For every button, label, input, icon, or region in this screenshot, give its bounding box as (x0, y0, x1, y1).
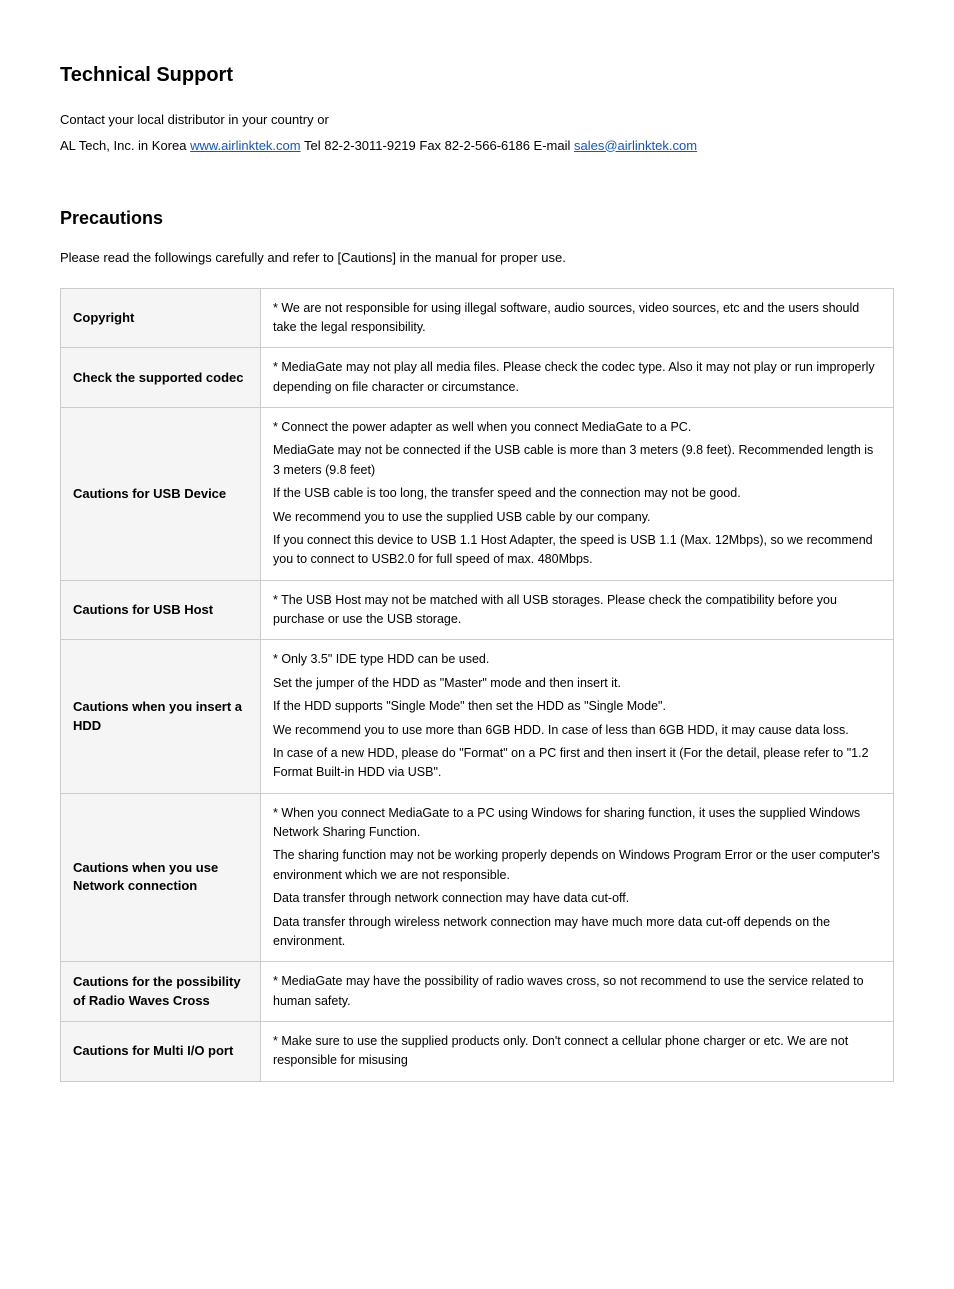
table-row: Cautions when you insert a HDD* Only 3.5… (61, 640, 894, 793)
content-line: * Connect the power adapter as well when… (273, 418, 881, 437)
content-line: MediaGate may not be connected if the US… (273, 441, 881, 480)
intro-line-1: Contact your local distributor in your c… (60, 110, 894, 130)
precautions-intro: Please read the followings carefully and… (60, 248, 894, 268)
precautions-table: Copyright * We are not responsible for us… (60, 288, 894, 1082)
table-row: Cautions for the possibility of Radio Wa… (61, 962, 894, 1022)
precautions-title: Precautions (60, 205, 894, 232)
content-line: In case of a new HDD, please do "Format"… (273, 744, 881, 783)
email-link[interactable]: sales@airlinktek.com (574, 138, 697, 153)
row-label-6: Cautions for the possibility of Radio Wa… (61, 962, 261, 1022)
row-label-5: Cautions when you use Network connection (61, 793, 261, 962)
content-line: * When you connect MediaGate to a PC usi… (273, 804, 881, 843)
row-content-0: * We are not responsible for using illeg… (261, 288, 894, 348)
table-row: Cautions for USB Device * Connect the pow… (61, 408, 894, 581)
row-content-5: * When you connect MediaGate to a PC usi… (261, 793, 894, 962)
content-line: * We are not responsible for using illeg… (273, 299, 881, 338)
row-label-0: Copyright (61, 288, 261, 348)
table-row: Cautions for USB Host * The USB Host may … (61, 580, 894, 640)
content-line: * Only 3.5" IDE type HDD can be used. (273, 650, 881, 669)
content-line: Data transfer through network connection… (273, 889, 881, 908)
row-content-3: * The USB Host may not be matched with a… (261, 580, 894, 640)
page-title: Technical Support (60, 60, 894, 90)
table-row: Check the supported codec * MediaGate may… (61, 348, 894, 408)
content-line: * The USB Host may not be matched with a… (273, 591, 881, 630)
content-line: If the USB cable is too long, the transf… (273, 484, 881, 503)
contact-middle: Tel 82-2-3011-9219 Fax 82-2-566-6186 E-m… (301, 138, 574, 153)
row-label-1: Check the supported codec (61, 348, 261, 408)
table-row: Cautions for Multi I/O port * Make sure t… (61, 1022, 894, 1082)
al-tech-prefix: AL Tech, Inc. in Korea (60, 138, 190, 153)
row-content-6: * MediaGate may have the possibility of … (261, 962, 894, 1022)
content-line: * MediaGate may not play all media files… (273, 358, 881, 397)
row-content-2: * Connect the power adapter as well when… (261, 408, 894, 581)
row-content-4: * Only 3.5" IDE type HDD can be used. Set… (261, 640, 894, 793)
content-line: * MediaGate may have the possibility of … (273, 972, 881, 1011)
content-line: If the HDD supports "Single Mode" then s… (273, 697, 881, 716)
table-row: Cautions when you use Network connection… (61, 793, 894, 962)
row-label-7: Cautions for Multi I/O port (61, 1022, 261, 1082)
row-label-2: Cautions for USB Device (61, 408, 261, 581)
content-line: If you connect this device to USB 1.1 Ho… (273, 531, 881, 570)
row-label-3: Cautions for USB Host (61, 580, 261, 640)
content-line: We recommend you to use more than 6GB HD… (273, 721, 881, 740)
row-content-7: * Make sure to use the supplied products… (261, 1022, 894, 1082)
website-link[interactable]: www.airlinktek.com (190, 138, 301, 153)
table-row: Copyright * We are not responsible for us… (61, 288, 894, 348)
intro-line-2: AL Tech, Inc. in Korea www.airlinktek.co… (60, 136, 894, 156)
content-line: Data transfer through wireless network c… (273, 913, 881, 952)
content-line: The sharing function may not be working … (273, 846, 881, 885)
row-label-4: Cautions when you insert a HDD (61, 640, 261, 793)
content-line: * Make sure to use the supplied products… (273, 1032, 881, 1071)
content-line: Set the jumper of the HDD as "Master" mo… (273, 674, 881, 693)
content-line: We recommend you to use the supplied USB… (273, 508, 881, 527)
row-content-1: * MediaGate may not play all media files… (261, 348, 894, 408)
